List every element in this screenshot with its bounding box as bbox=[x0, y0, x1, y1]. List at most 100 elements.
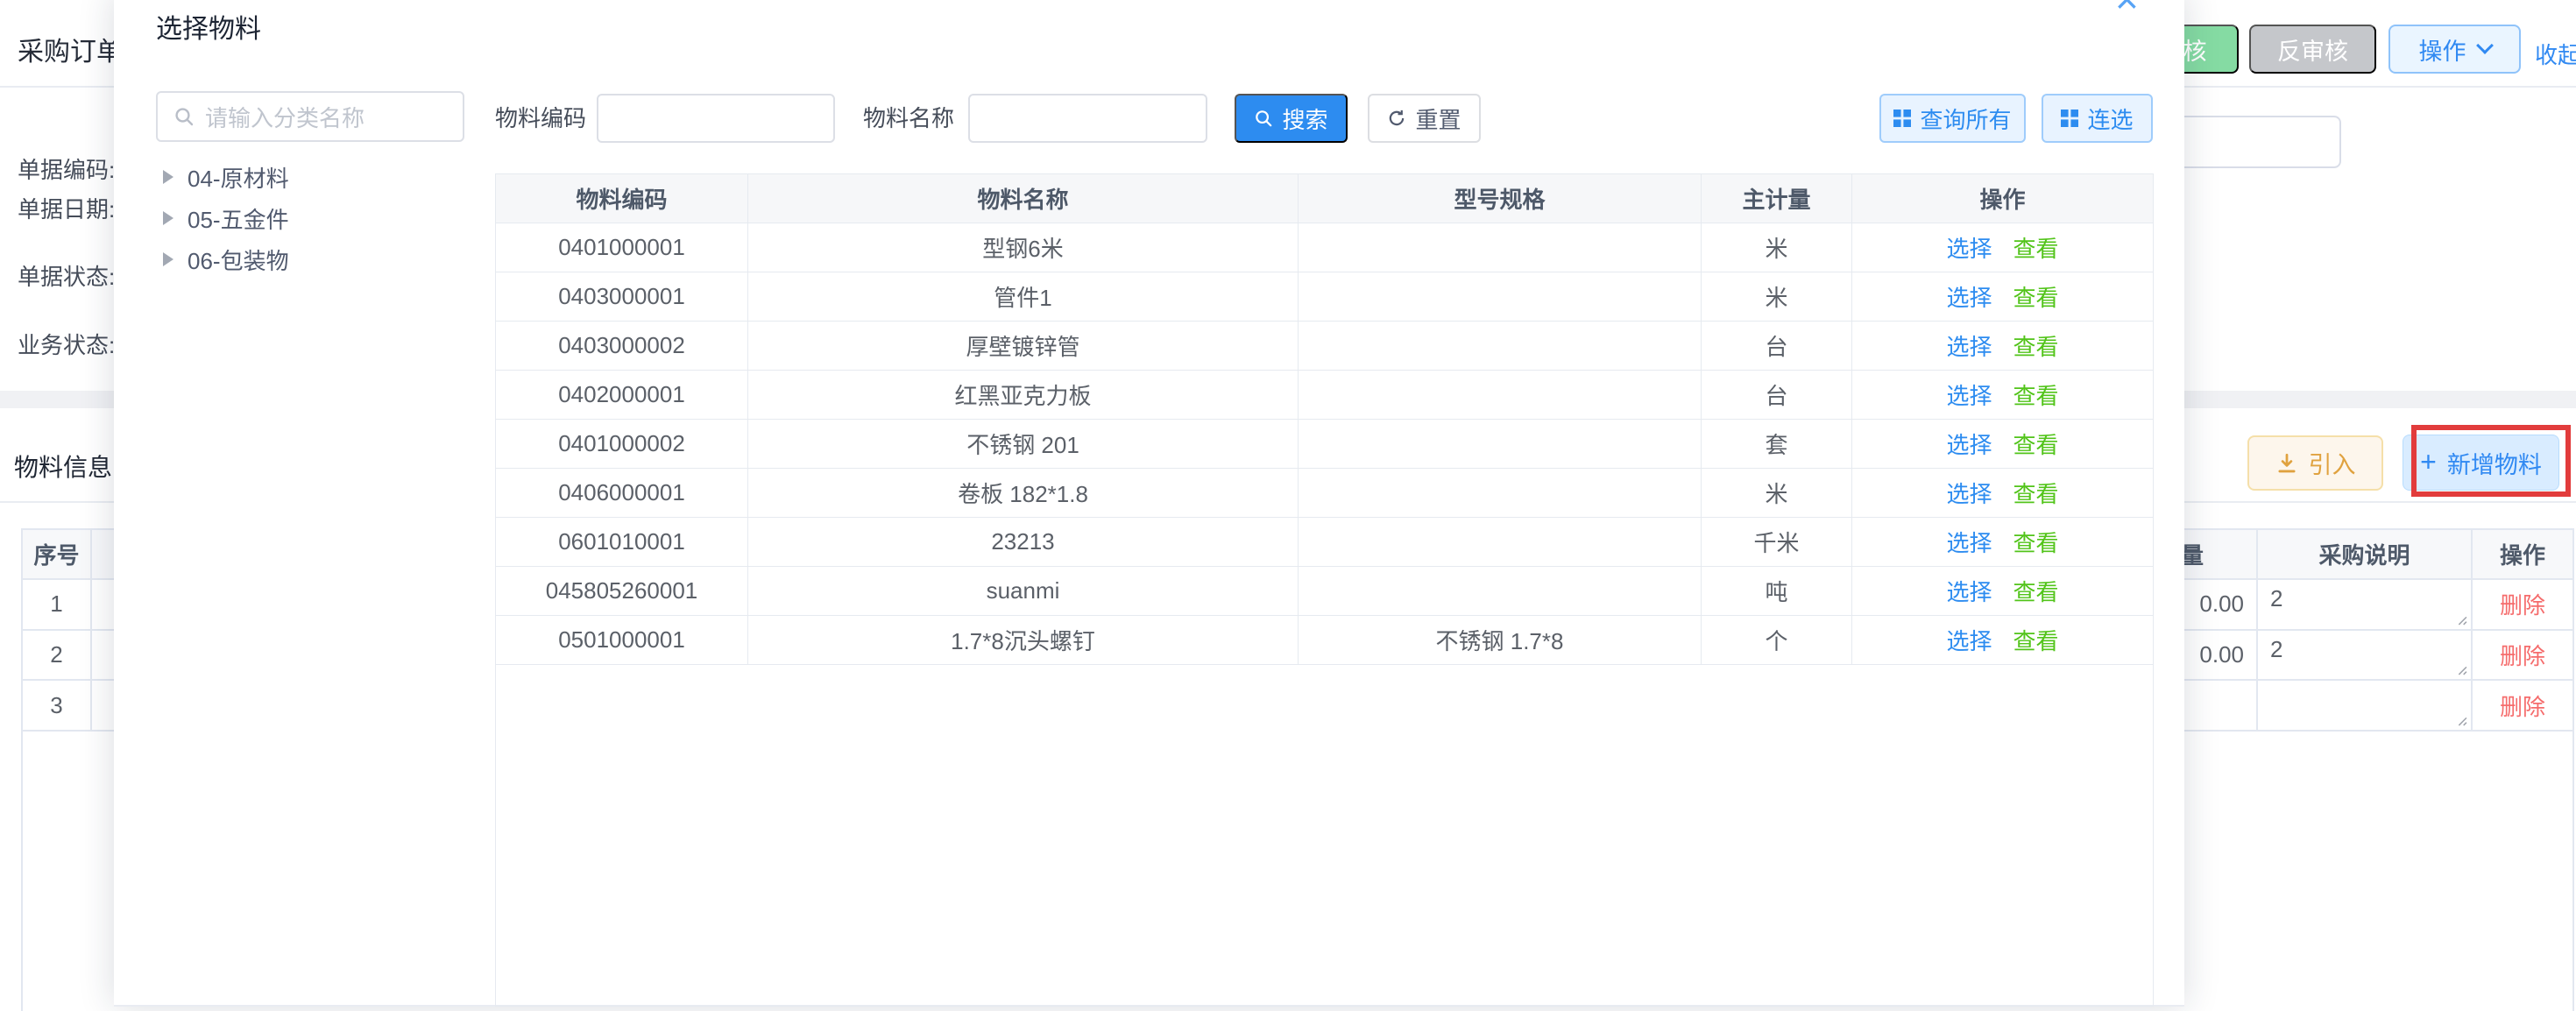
select-link[interactable]: 选择 bbox=[1946, 526, 1992, 558]
note-textarea[interactable]: 2 bbox=[2258, 580, 2473, 631]
close-icon[interactable]: × bbox=[2115, 0, 2139, 19]
op-cell: 选择 查看 bbox=[1852, 322, 2153, 370]
resize-grip-icon[interactable] bbox=[2454, 612, 2467, 626]
caret-right-icon[interactable] bbox=[163, 211, 173, 225]
note-textarea[interactable]: 2 bbox=[2258, 631, 2473, 682]
doc-status-label: 单据状态: bbox=[18, 259, 115, 292]
note-value: 2 bbox=[2270, 585, 2282, 612]
material-name-label: 物料名称 bbox=[863, 94, 954, 143]
op-cell: 选择 查看 bbox=[1852, 469, 2153, 517]
query-all-button[interactable]: 查询所有 bbox=[1879, 94, 2026, 143]
view-link[interactable]: 查看 bbox=[2013, 231, 2059, 264]
note-header: 采购说明 bbox=[2258, 530, 2473, 580]
name-cell: 厚壁镀锌管 bbox=[748, 322, 1299, 370]
category-search-input[interactable]: 请输入分类名称 bbox=[156, 91, 464, 142]
select-link[interactable]: 选择 bbox=[1946, 624, 1992, 656]
table-row[interactable]: 0401000001 型钢6米 米 选择 查看 bbox=[496, 223, 2153, 272]
op-cell: 选择 查看 bbox=[1852, 272, 2153, 321]
tree-node-label: 04-原材料 bbox=[188, 161, 289, 194]
spec-cell bbox=[1299, 469, 1702, 517]
import-button[interactable]: 引入 bbox=[2247, 435, 2383, 491]
table-row[interactable]: 0501000001 1.7*8沉头螺钉 不锈钢 1.7*8 个 选择 查看 bbox=[496, 616, 2153, 665]
view-link[interactable]: 查看 bbox=[2013, 428, 2059, 460]
caret-right-icon[interactable] bbox=[163, 252, 173, 266]
grid-icon bbox=[2061, 110, 2078, 127]
grid-icon bbox=[1893, 110, 1911, 127]
purchase-order-page: 采购订单 核 反审核 操作 收起 单据编码: 单据日期: 单据状态: 业务状态:… bbox=[0, 0, 2576, 1011]
page-title: 采购订单 bbox=[18, 30, 123, 68]
spec-cell bbox=[1299, 518, 1702, 566]
reverse-audit-label: 反审核 bbox=[2277, 32, 2348, 67]
code-cell: 0601010001 bbox=[496, 518, 748, 566]
table-row[interactable]: 0406000001 卷板 182*1.8 米 选择 查看 bbox=[496, 469, 2153, 518]
op-cell: 选择 查看 bbox=[1852, 616, 2153, 664]
select-link[interactable]: 选择 bbox=[1946, 428, 1992, 460]
delete-link[interactable]: 删除 bbox=[2500, 689, 2545, 722]
search-button[interactable]: 搜索 bbox=[1235, 94, 1348, 143]
note-textarea[interactable] bbox=[2258, 681, 2473, 732]
seq-header: 序号 bbox=[23, 530, 92, 580]
table-row: 删除 bbox=[2118, 681, 2574, 732]
material-name-input[interactable] bbox=[968, 94, 1207, 143]
audit-button-label: 核 bbox=[2183, 32, 2207, 67]
view-link[interactable]: 查看 bbox=[2013, 624, 2059, 656]
table-row[interactable]: 0402000001 红黑亚克力板 台 选择 查看 bbox=[496, 371, 2153, 420]
caret-right-icon[interactable] bbox=[163, 170, 173, 184]
name-header: 物料名称 bbox=[748, 174, 1299, 223]
table-row: 0.00 2 删除 bbox=[2118, 580, 2574, 631]
tree-node-hardware[interactable]: 05-五金件 bbox=[163, 199, 443, 237]
unit-cell: 米 bbox=[1702, 272, 1852, 321]
name-cell: 1.7*8沉头螺钉 bbox=[748, 616, 1299, 664]
select-link[interactable]: 选择 bbox=[1946, 280, 1992, 313]
actions-dropdown-button[interactable]: 操作 bbox=[2388, 25, 2521, 74]
table-row[interactable]: 045805260001 suanmi 吨 选择 查看 bbox=[496, 567, 2153, 616]
resize-grip-icon[interactable] bbox=[2454, 662, 2467, 675]
tree-node-raw-materials[interactable]: 04-原材料 bbox=[163, 158, 443, 196]
collapse-link[interactable]: 收起 bbox=[2535, 38, 2576, 70]
select-link[interactable]: 选择 bbox=[1946, 477, 1992, 509]
spec-header: 型号规格 bbox=[1299, 174, 1702, 223]
note-value: 2 bbox=[2270, 636, 2282, 663]
seq-cell: 1 bbox=[23, 580, 92, 631]
op-cell: 删除 bbox=[2473, 631, 2574, 682]
select-link[interactable]: 选择 bbox=[1946, 575, 1992, 607]
refresh-icon bbox=[1387, 109, 1406, 128]
view-link[interactable]: 查看 bbox=[2013, 526, 2059, 558]
op-header: 操作 bbox=[1852, 174, 2153, 223]
resize-grip-icon[interactable] bbox=[2454, 713, 2467, 726]
material-info-section-title: 物料信息 bbox=[14, 449, 112, 484]
view-link[interactable]: 查看 bbox=[2013, 575, 2059, 607]
biz-status-label: 业务状态: bbox=[18, 328, 115, 360]
delete-link[interactable]: 删除 bbox=[2500, 639, 2545, 671]
code-cell: 0401000001 bbox=[496, 223, 748, 272]
table-row[interactable]: 0403000002 厚壁镀锌管 台 选择 查看 bbox=[496, 322, 2153, 371]
spec-cell: 不锈钢 1.7*8 bbox=[1299, 616, 1702, 664]
view-link[interactable]: 查看 bbox=[2013, 477, 2059, 509]
select-link[interactable]: 选择 bbox=[1946, 378, 1992, 411]
select-link[interactable]: 选择 bbox=[1946, 231, 1992, 264]
reset-button[interactable]: 重置 bbox=[1368, 94, 1481, 143]
spec-cell bbox=[1299, 371, 1702, 419]
table-row[interactable]: 0403000001 管件1 米 选择 查看 bbox=[496, 272, 2153, 322]
table-row[interactable]: 0601010001 23213 千米 选择 查看 bbox=[496, 518, 2153, 567]
table-row: 0.00 2 删除 bbox=[2118, 631, 2574, 682]
name-cell: 23213 bbox=[748, 518, 1299, 566]
select-link[interactable]: 选择 bbox=[1946, 329, 1992, 362]
search-button-label: 搜索 bbox=[1282, 103, 1327, 135]
reverse-audit-button[interactable]: 反审核 bbox=[2249, 25, 2376, 74]
material-code-input[interactable] bbox=[597, 94, 835, 143]
seq-cell: 2 bbox=[23, 631, 92, 682]
view-link[interactable]: 查看 bbox=[2013, 378, 2059, 411]
table-row[interactable]: 0401000002 不锈钢 201 套 选择 查看 bbox=[496, 420, 2153, 469]
view-link[interactable]: 查看 bbox=[2013, 280, 2059, 313]
add-material-button[interactable]: + 新增物料 bbox=[2403, 435, 2559, 491]
op-header: 操作 bbox=[2473, 530, 2574, 580]
view-link[interactable]: 查看 bbox=[2013, 329, 2059, 362]
multi-select-button[interactable]: 连选 bbox=[2042, 94, 2153, 143]
seq-cell: 3 bbox=[23, 681, 92, 732]
code-cell: 045805260001 bbox=[496, 567, 748, 615]
delete-link[interactable]: 删除 bbox=[2500, 588, 2545, 620]
multi-select-label: 连选 bbox=[2087, 103, 2133, 135]
tree-node-packaging[interactable]: 06-包装物 bbox=[163, 240, 443, 279]
tree-node-label: 06-包装物 bbox=[188, 244, 289, 276]
